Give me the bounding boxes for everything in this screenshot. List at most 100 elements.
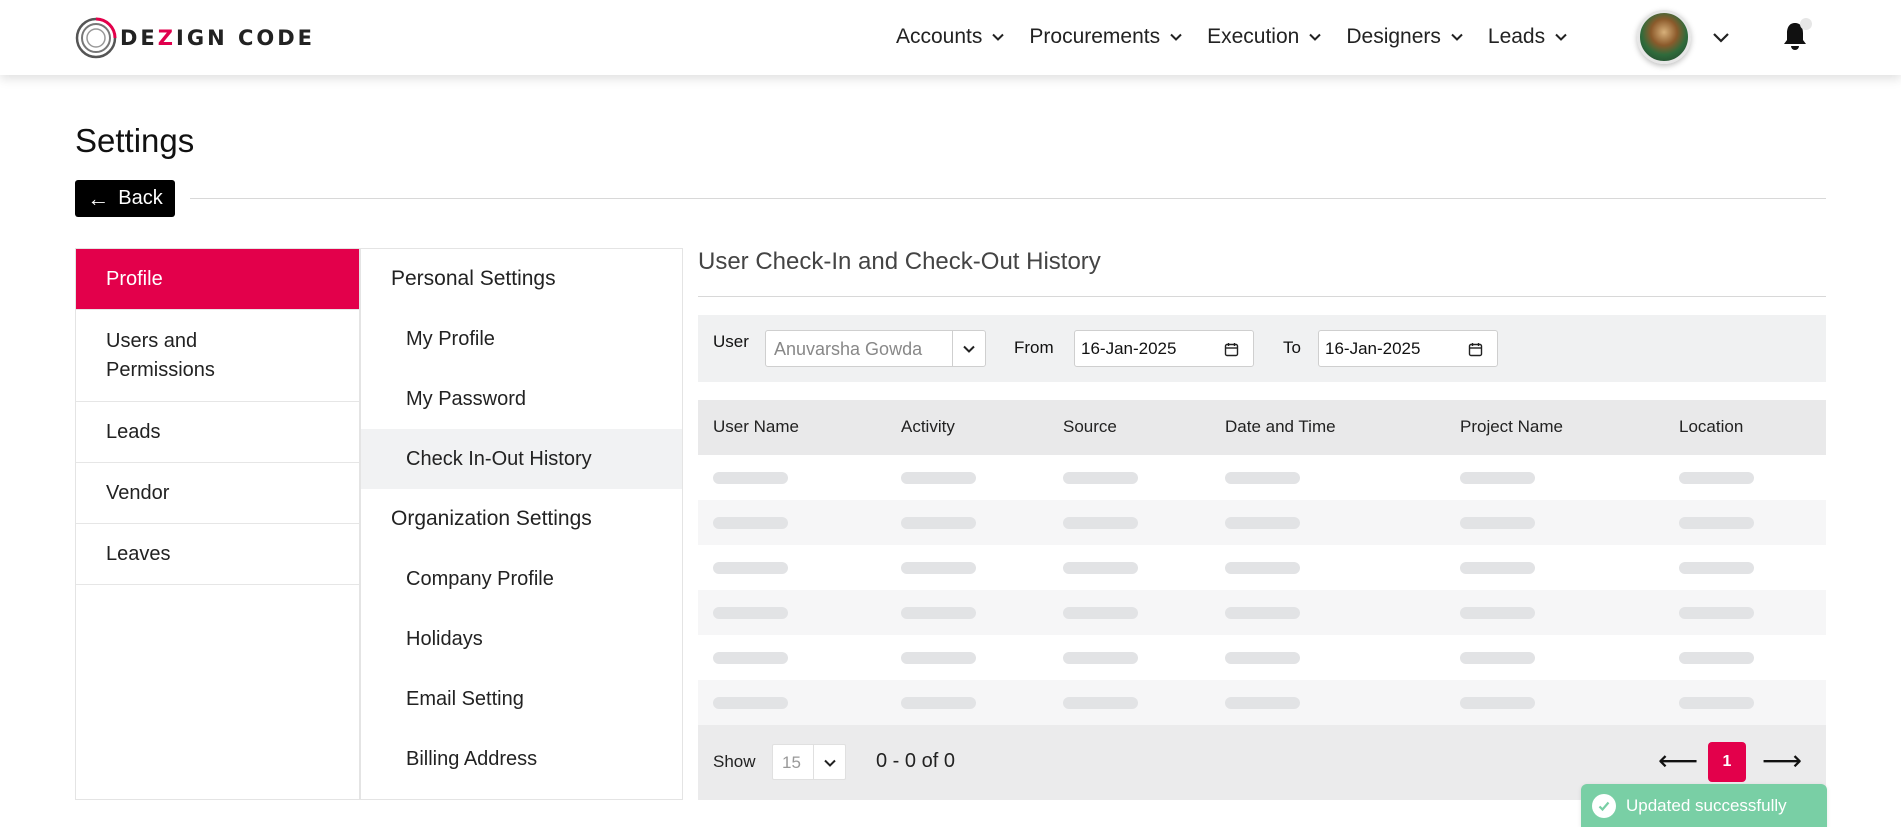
skeleton-cell	[1225, 607, 1300, 619]
category-leads[interactable]: Leads	[76, 402, 359, 463]
submenu-check-in-out-history[interactable]: Check In-Out History	[361, 429, 682, 489]
back-button[interactable]: ← Back	[75, 180, 175, 217]
col-location: Location	[1679, 417, 1744, 436]
chevron-down-icon	[992, 33, 1005, 41]
col-source: Source	[1063, 417, 1117, 436]
chevron-down-icon	[1170, 33, 1182, 41]
page-size-select[interactable]: 15	[772, 744, 846, 780]
nav-procurements[interactable]: Procurements	[1029, 25, 1183, 49]
skeleton-cell	[1460, 652, 1535, 664]
col-project-name: Project Name	[1460, 417, 1563, 436]
from-date-field[interactable]: 16-Jan-2025	[1074, 330, 1254, 367]
category-leaves[interactable]: Leaves	[76, 524, 359, 585]
skeleton-cell	[1460, 607, 1535, 619]
skeleton-cell	[1225, 517, 1300, 529]
nav-designers[interactable]: Designers	[1346, 25, 1464, 49]
calendar-icon	[1468, 343, 1483, 357]
skeleton-cell	[713, 472, 788, 484]
select-separator	[813, 745, 814, 779]
col-activity: Activity	[901, 417, 955, 436]
skeleton-cell	[1679, 472, 1754, 484]
skeleton-cell	[1679, 517, 1754, 529]
user-select-value: Anuvarsha Gowda	[774, 339, 923, 359]
skeleton-cell	[1063, 562, 1138, 574]
show-label: Show	[713, 752, 756, 771]
skeleton-cell	[901, 697, 976, 709]
to-date-field[interactable]: 16-Jan-2025	[1318, 330, 1498, 367]
chevron-down-icon	[1555, 33, 1567, 41]
skeleton-cell	[901, 562, 976, 574]
page-number-button[interactable]: 1	[1708, 742, 1746, 782]
skeleton-cell	[1679, 697, 1754, 709]
submenu-billing-address[interactable]: Billing Address	[361, 729, 682, 789]
chevron-down-icon	[963, 345, 975, 353]
history-table: User Name Activity Source Date and Time …	[698, 400, 1826, 725]
settings-submenu: Personal Settings My Profile My Password…	[360, 248, 683, 800]
to-label: To	[1283, 338, 1301, 357]
table-row-placeholder	[698, 455, 1826, 500]
arrow-left-icon: ←	[87, 185, 110, 211]
skeleton-cell	[1679, 562, 1754, 574]
table-row-placeholder	[698, 590, 1826, 635]
skeleton-cell	[713, 607, 788, 619]
skeleton-cell	[1063, 697, 1138, 709]
next-page-arrow-icon[interactable]: ⟶	[1762, 747, 1802, 775]
submenu-my-profile[interactable]: My Profile	[361, 309, 682, 369]
from-label: From	[1014, 338, 1054, 357]
skeleton-cell	[1063, 652, 1138, 664]
skeleton-cell	[713, 517, 788, 529]
skeleton-cell	[1225, 652, 1300, 664]
skeleton-cell	[1063, 472, 1138, 484]
submenu-email-setting[interactable]: Email Setting	[361, 669, 682, 729]
table-row-placeholder	[698, 545, 1826, 590]
submenu-company-profile[interactable]: Company Profile	[361, 549, 682, 609]
submenu-my-password[interactable]: My Password	[361, 369, 682, 429]
user-filter-label: User	[713, 332, 749, 351]
skeleton-cell	[1460, 472, 1535, 484]
settings-category-menu: Profile Users and Permissions Leads Vend…	[75, 248, 360, 800]
skeleton-cell	[1225, 697, 1300, 709]
to-date-value: 16-Jan-2025	[1325, 339, 1421, 358]
select-separator	[952, 331, 953, 366]
category-vendor[interactable]: Vendor	[76, 463, 359, 524]
skeleton-cell	[1225, 562, 1300, 574]
user-menu-chevron-icon[interactable]	[1712, 30, 1730, 46]
brand-name: DEZIGN CODE	[120, 26, 315, 50]
skeleton-cell	[901, 472, 976, 484]
chevron-down-icon	[824, 759, 836, 767]
nav-execution[interactable]: Execution	[1207, 25, 1322, 49]
nav-leads[interactable]: Leads	[1488, 25, 1568, 49]
from-date-value: 16-Jan-2025	[1081, 339, 1177, 358]
skeleton-cell	[901, 652, 976, 664]
skeleton-cell	[1679, 607, 1754, 619]
toast-message: Updated successfully	[1626, 795, 1787, 815]
skeleton-cell	[713, 562, 788, 574]
brand-logo[interactable]: DEZIGN CODE	[74, 16, 315, 60]
chevron-down-icon	[1451, 33, 1463, 41]
prev-page-arrow-icon[interactable]: ⟵	[1658, 747, 1698, 775]
notification-dot	[1800, 18, 1812, 30]
submenu-holidays[interactable]: Holidays	[361, 609, 682, 669]
skeleton-cell	[1063, 517, 1138, 529]
category-profile[interactable]: Profile	[76, 249, 359, 310]
top-navbar: DEZIGN CODE Accounts Procurements Execut…	[0, 0, 1901, 75]
page-size-value: 15	[782, 753, 801, 772]
table-header: User Name Activity Source Date and Time …	[698, 400, 1826, 455]
table-row-placeholder	[698, 680, 1826, 725]
success-toast: Updated successfully	[1581, 784, 1827, 827]
table-row-placeholder	[698, 635, 1826, 680]
skeleton-cell	[713, 697, 788, 709]
skeleton-cell	[1679, 652, 1754, 664]
skeleton-cell	[1063, 607, 1138, 619]
back-button-label: Back	[118, 187, 163, 209]
calendar-icon	[1224, 343, 1239, 357]
section-title: User Check-In and Check-Out History	[698, 248, 1101, 275]
nav-accounts[interactable]: Accounts	[896, 25, 1005, 49]
logo-mark-icon	[75, 17, 117, 59]
chevron-down-icon	[1309, 33, 1322, 41]
category-users-and-permissions[interactable]: Users and Permissions	[76, 310, 359, 402]
user-avatar[interactable]	[1637, 10, 1691, 64]
user-select[interactable]: Anuvarsha Gowda	[765, 330, 986, 367]
skeleton-cell	[1460, 517, 1535, 529]
table-row-placeholder	[698, 500, 1826, 545]
